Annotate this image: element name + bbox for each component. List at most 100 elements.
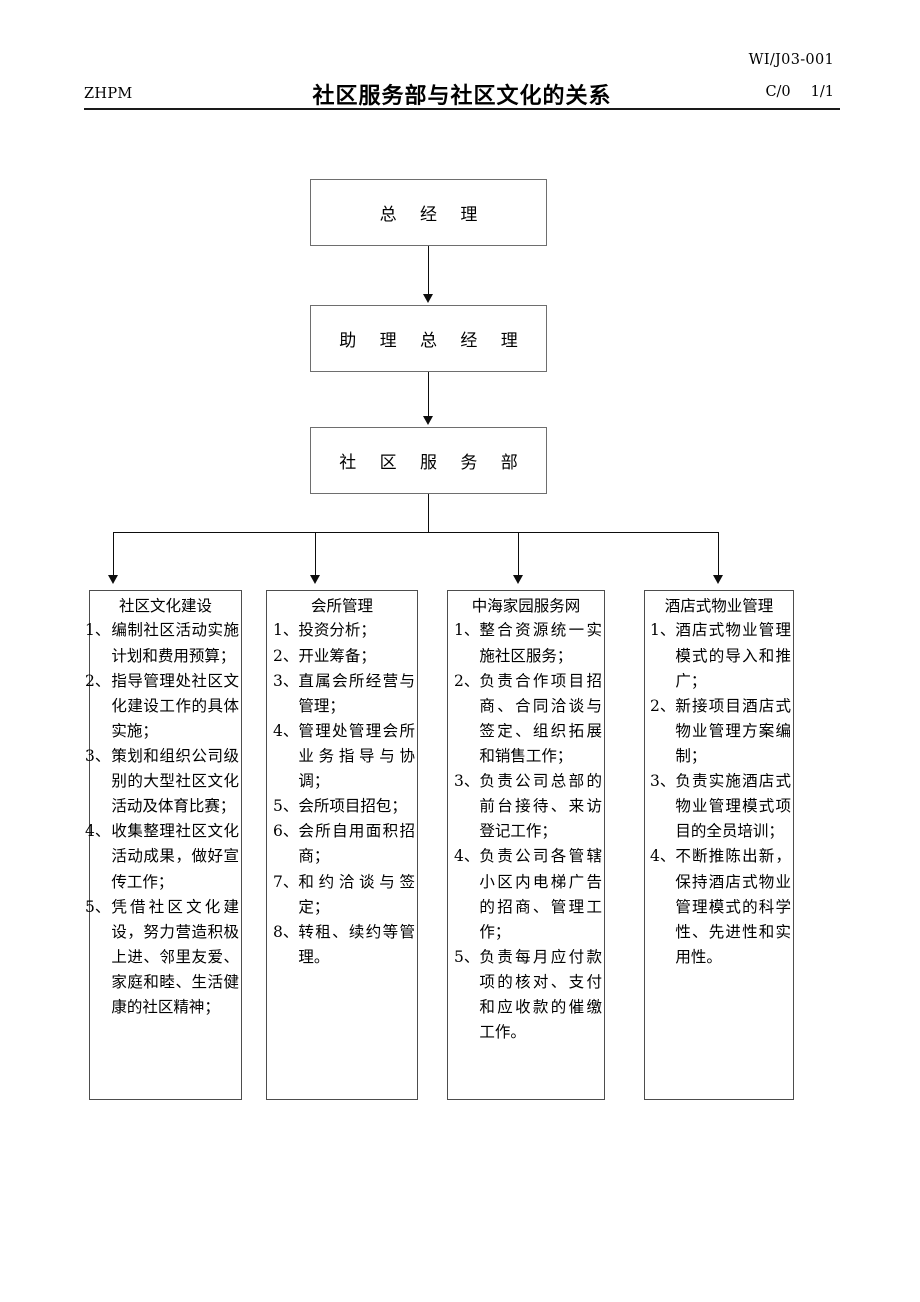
responsibility-list: 1、 整合资源统一实施社区服务； 2、 负责合作项目招商、合同洽谈与签定、组织拓展和销… <box>454 618 602 1045</box>
connector-agm-to-department <box>428 372 429 418</box>
document-header: ZHPM 社区服务部与社区文化的关系 WI/J03-001 C/0 1/1 <box>84 52 840 109</box>
responsibility-item: 5、 凭借社区文化建设，努力营造积极上进、邻里友爱、家庭和睦、生活健康的社区精神； <box>85 895 239 1021</box>
arrow-head-icon <box>713 575 723 584</box>
arrow-head-icon <box>423 294 433 303</box>
responsibility-list: 1、 编制社区活动实施计划和费用预算； 2、 指导管理处社区文化建设工作的具体实施； 3… <box>85 618 239 1020</box>
item-text: 负责合作项目招商、合同洽谈与签定、组织拓展和销售工作； <box>479 671 602 766</box>
item-number: 5、 <box>85 897 111 916</box>
column-title: 社区文化建设 <box>118 597 212 615</box>
connector-to-column-4 <box>718 532 719 579</box>
item-number: 5、 <box>273 797 299 816</box>
item-text: 新接项目酒店式物业管理方案编制； <box>675 696 791 766</box>
item-text: 凭借社区文化建设，努力营造积极上进、邻里友爱、家庭和睦、生活健康的社区精神； <box>111 897 239 1017</box>
connector-to-column-2 <box>315 532 316 579</box>
responsibility-item: 4、 负责公司各管辖小区内电梯广告的招商、管理工作； <box>454 844 602 944</box>
item-number: 2、 <box>454 671 480 690</box>
org-box-label: 助 理 总 经 理 <box>339 331 527 351</box>
item-text: 开业筹备； <box>298 646 376 665</box>
responsibility-item: 7、 和约洽谈与签定； <box>273 870 415 920</box>
responsibility-list: 1、 酒店式物业管理模式的导入和推广； 2、 新接项目酒店式物业管理方案编制； 3、 负责… <box>650 618 791 970</box>
item-text: 会所自用面积招商； <box>298 822 415 866</box>
responsibility-item: 1、 编制社区活动实施计划和费用预算； <box>85 618 239 668</box>
responsibility-item: 2、 新接项目酒店式物业管理方案编制； <box>650 694 791 769</box>
org-box-label: 社 区 服 务 部 <box>339 453 527 473</box>
connector-to-column-3 <box>518 532 519 579</box>
item-text: 负责公司总部的前台接待、来访登记工作； <box>479 772 602 841</box>
item-number: 7、 <box>273 872 299 891</box>
item-text: 和约洽谈与签定； <box>298 872 415 916</box>
connector-to-column-1 <box>113 532 114 579</box>
item-number: 2、 <box>85 671 111 690</box>
connector-gm-to-agm <box>428 246 429 296</box>
function-column-clubhouse-management: 会所管理 1、 投资分析； 2、 开业筹备； 3、 直属会所经营与管理； 4、 管理处管理会所… <box>266 590 418 1100</box>
responsibility-item: 5、 负责每月应付款项的核对、支付和应收款的催缴工作。 <box>454 945 602 1045</box>
responsibility-item: 5、 会所项目招包； <box>273 794 415 819</box>
item-text: 指导管理处社区文化建设工作的具体实施； <box>111 671 239 740</box>
item-number: 4、 <box>650 847 676 866</box>
item-text: 直属会所经营与管理； <box>298 671 415 715</box>
item-text: 负责公司各管辖小区内电梯广告的招商、管理工作； <box>479 847 602 941</box>
responsibility-item: 4、 管理处管理会所业务指导与协调； <box>273 719 415 794</box>
item-text: 不断推陈出新，保持酒店式物业管理模式的科学性、先进性和实用性。 <box>675 847 791 966</box>
item-number: 8、 <box>273 922 299 941</box>
item-text: 负责实施酒店式物业管理模式项目的全员培训； <box>675 772 791 841</box>
arrow-head-icon <box>310 575 320 584</box>
document-title: 社区服务部与社区文化的关系 <box>312 83 612 109</box>
item-number: 2、 <box>273 646 299 665</box>
arrow-head-icon <box>513 575 523 584</box>
document-number: WI/J03-001 <box>748 52 834 68</box>
responsibility-item: 2、 负责合作项目招商、合同洽谈与签定、组织拓展和销售工作； <box>454 669 602 769</box>
item-number: 4、 <box>454 847 480 866</box>
item-number: 1、 <box>454 621 480 640</box>
page-number: 1/1 <box>810 84 834 100</box>
item-number: 1、 <box>85 621 111 640</box>
item-number: 1、 <box>650 621 676 640</box>
column-title: 中海家园服务网 <box>471 597 581 615</box>
org-box-assistant-general-manager: 助 理 总 经 理 <box>310 305 547 372</box>
item-text: 酒店式物业管理模式的导入和推广； <box>675 621 791 690</box>
header-divider <box>84 108 840 110</box>
item-text: 收集整理社区文化活动成果，做好宣传工作； <box>111 822 239 891</box>
function-column-community-culture: 社区文化建设 1、 编制社区活动实施计划和费用预算； 2、 指导管理处社区文化建设工作… <box>85 590 242 1100</box>
responsibility-item: 4、 收集整理社区文化活动成果，做好宣传工作； <box>85 819 239 894</box>
arrow-head-icon <box>108 575 118 584</box>
org-box-community-service-department: 社 区 服 务 部 <box>310 427 547 494</box>
item-text: 负责每月应付款项的核对、支付和应收款的催缴工作。 <box>479 947 602 1042</box>
item-text: 整合资源统一实施社区服务； <box>479 621 602 665</box>
column-title: 会所管理 <box>310 597 373 615</box>
org-box-label: 总 经 理 <box>379 205 487 225</box>
item-text: 投资分析； <box>298 621 376 640</box>
org-box-general-manager: 总 经 理 <box>310 179 547 246</box>
item-text: 会所项目招包； <box>298 797 407 816</box>
column-title: 酒店式物业管理 <box>664 597 774 615</box>
function-column-service-network: 中海家园服务网 1、 整合资源统一实施社区服务； 2、 负责合作项目招商、合同洽谈与签… <box>447 590 605 1100</box>
item-number: 3、 <box>650 772 676 791</box>
item-text: 管理处管理会所业务指导与协调； <box>298 721 415 791</box>
revision-and-page: C/0 1/1 <box>765 84 834 100</box>
responsibility-item: 1、 投资分析； <box>273 618 415 643</box>
arrow-head-icon <box>423 416 433 425</box>
item-number: 5、 <box>454 947 480 966</box>
responsibility-item: 6、 会所自用面积招商； <box>273 819 415 869</box>
responsibility-item: 8、 转租、续约等管理。 <box>273 920 415 970</box>
revision-code: C/0 <box>765 84 791 100</box>
item-number: 4、 <box>85 822 111 841</box>
responsibility-item: 3、 负责实施酒店式物业管理模式项目的全员培训； <box>650 769 791 844</box>
item-number: 3、 <box>454 772 480 791</box>
responsibility-item: 1、 整合资源统一实施社区服务； <box>454 618 602 668</box>
responsibility-item: 1、 酒店式物业管理模式的导入和推广； <box>650 618 791 693</box>
item-number: 1、 <box>273 621 299 640</box>
item-number: 2、 <box>650 696 676 715</box>
responsibility-item: 2、 开业筹备； <box>273 644 415 669</box>
item-number: 3、 <box>273 671 299 690</box>
connector-department-to-bus <box>428 494 429 533</box>
responsibility-list: 1、 投资分析； 2、 开业筹备； 3、 直属会所经营与管理； 4、 管理处管理会所业务指导与… <box>273 618 415 970</box>
item-text: 转租、续约等管理。 <box>298 922 415 966</box>
item-number: 6、 <box>273 822 299 841</box>
responsibility-item: 4、 不断推陈出新，保持酒店式物业管理模式的科学性、先进性和实用性。 <box>650 844 791 970</box>
responsibility-item: 3、 负责公司总部的前台接待、来访登记工作； <box>454 769 602 844</box>
item-text: 编制社区活动实施计划和费用预算； <box>111 621 239 665</box>
responsibility-item: 3、 直属会所经营与管理； <box>273 669 415 719</box>
responsibility-item: 3、 策划和组织公司级别的大型社区文化活动及体育比赛； <box>85 744 239 819</box>
responsibility-item: 2、 指导管理处社区文化建设工作的具体实施； <box>85 669 239 744</box>
